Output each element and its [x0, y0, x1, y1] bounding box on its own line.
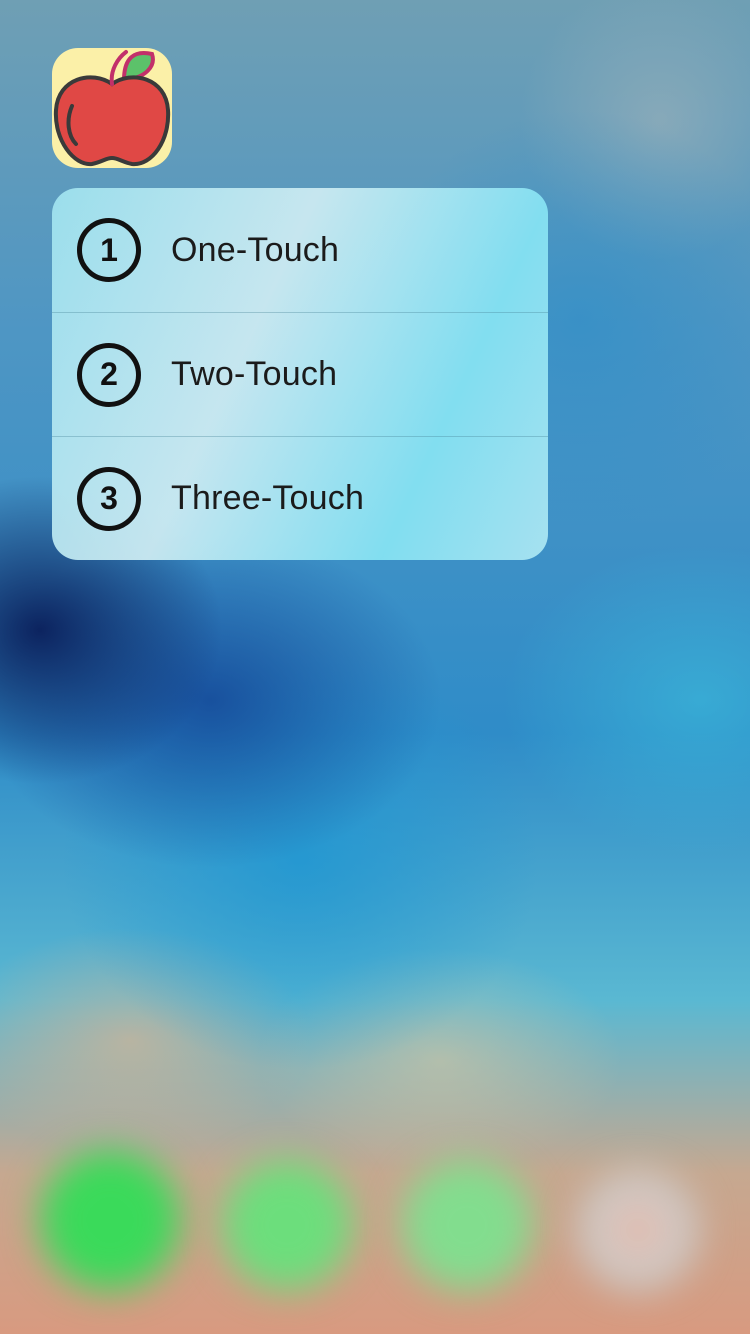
- quick-action-one-touch[interactable]: 1 One-Touch: [52, 188, 548, 312]
- quick-action-label: Two-Touch: [171, 355, 338, 393]
- number-three-icon: 3: [77, 466, 141, 531]
- app-icon[interactable]: [52, 48, 172, 168]
- number-one-icon: 1: [77, 218, 141, 282]
- dock-messages-icon: [222, 1160, 352, 1290]
- dock-phone-icon: [40, 1150, 180, 1290]
- quick-action-label: One-Touch: [171, 230, 340, 269]
- number-two-icon: 2: [77, 342, 141, 407]
- dock-facetime-icon: [402, 1160, 532, 1290]
- dock-photos-icon: [578, 1170, 698, 1290]
- quick-action-label: Three-Touch: [171, 479, 365, 517]
- quick-actions-menu: 1 One-Touch 2 Two-Touch 3 Three-Touch: [52, 188, 548, 560]
- apple-icon: [53, 50, 171, 167]
- quick-action-three-touch[interactable]: 3 Three-Touch: [52, 436, 548, 560]
- quick-action-two-touch[interactable]: 2 Two-Touch: [52, 312, 548, 436]
